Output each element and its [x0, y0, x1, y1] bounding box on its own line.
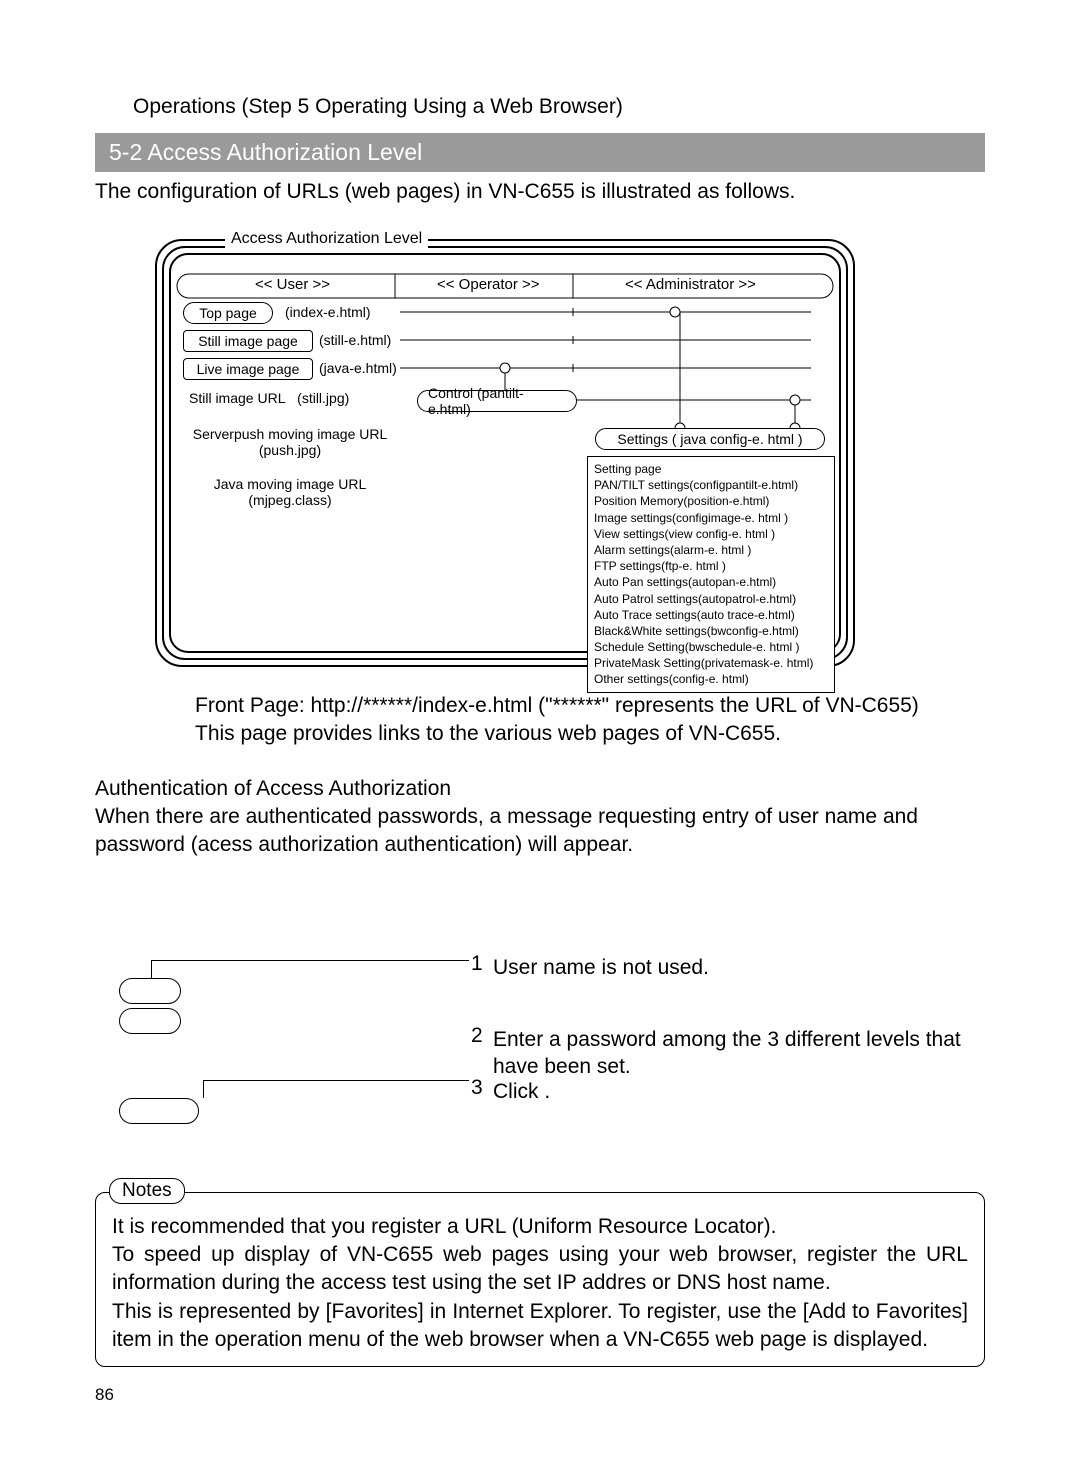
still-page-file: (still-e.html)	[319, 332, 391, 348]
password-field-icon	[119, 1008, 181, 1034]
auth-section: Authentication of Access Authorization W…	[95, 775, 985, 860]
still-page-pill: Still image page	[183, 330, 313, 352]
step-2-text: Enter a password among the 3 different l…	[493, 1026, 993, 1081]
settings-item: Black&White settings(bwconfig-e.html)	[594, 623, 828, 639]
diagram-title: Access Authorization Level	[225, 230, 428, 248]
still-url-file: (still.jpg)	[297, 390, 349, 406]
steps-area: 1 User name is not used. 2 Enter a passw…	[95, 960, 985, 1150]
top-page-pill: Top page	[183, 302, 273, 324]
front-page-l1: Front Page: http://******/index-e.html (…	[195, 692, 985, 720]
settings-item: Auto Pan settings(autopan-e.html)	[594, 574, 828, 590]
live-page-file: (java-e.html)	[319, 360, 397, 376]
step-1-text: User name is not used.	[493, 954, 709, 981]
intro-text: The configuration of URLs (web pages) in…	[95, 180, 985, 204]
live-page-pill: Live image page	[183, 358, 313, 380]
settings-item: Other settings(config-e. html)	[594, 671, 828, 687]
front-page-text: Front Page: http://******/index-e.html (…	[195, 692, 985, 749]
settings-item: View settings(view config-e. html )	[594, 526, 828, 542]
step-3-text: Click .	[493, 1078, 550, 1105]
notes-label: Notes	[109, 1178, 185, 1204]
notes-l1: It is recommended that you register a UR…	[112, 1213, 968, 1241]
settings-item: PrivateMask Setting(privatemask-e. html)	[594, 655, 828, 671]
col-admin: << Administrator >>	[625, 276, 756, 293]
notes-box: It is recommended that you register a UR…	[95, 1192, 985, 1368]
top-page-file: (index-e.html)	[285, 304, 371, 320]
settings-item: FTP settings(ftp-e. html )	[594, 558, 828, 574]
settings-box: Setting page PAN/TILT settings(configpan…	[587, 456, 835, 693]
settings-item: Auto Patrol settings(autopatrol-e.html)	[594, 591, 828, 607]
username-field-icon	[119, 978, 181, 1004]
settings-item: Schedule Setting(bwschedule-e. html )	[594, 639, 828, 655]
step-1-num: 1	[471, 952, 483, 976]
col-operator: << Operator >>	[437, 276, 540, 293]
settings-item: Position Memory(position-e.html)	[594, 493, 828, 509]
java-l2: (mjpeg.class)	[185, 492, 395, 508]
notes-l2: To speed up display of VN-C655 web pages…	[112, 1241, 968, 1298]
notes-l3: This is represented by [Favorites] in In…	[112, 1298, 968, 1355]
java-label: Java moving image URL (mjpeg.class)	[185, 476, 395, 508]
auth-body: When there are authenticated passwords, …	[95, 803, 985, 860]
still-url-text: Still image URL	[189, 390, 285, 406]
auth-heading: Authentication of Access Authorization	[95, 775, 985, 803]
settings-item: Auto Trace settings(auto trace-e.html)	[594, 607, 828, 623]
page-number: 86	[95, 1385, 985, 1405]
still-url-label: Still image URL (still.jpg)	[189, 390, 349, 406]
control-pill: Control (pantilt-e.html)	[417, 390, 577, 412]
step-2-num: 2	[471, 1024, 483, 1048]
java-l1: Java moving image URL	[185, 476, 395, 492]
settings-item: Alarm settings(alarm-e. html )	[594, 542, 828, 558]
settings-item: Image settings(configimage-e. html )	[594, 510, 828, 526]
step-3-num: 3	[471, 1076, 483, 1100]
ok-button-icon	[119, 1098, 199, 1124]
serverpush-label: Serverpush moving image URL (push.jpg)	[185, 426, 395, 458]
access-level-diagram: Access Authorization Level << User >> <<…	[155, 228, 855, 668]
settings-header: Setting page	[594, 461, 828, 477]
section-heading: 5-2 Access Authorization Level	[95, 133, 985, 172]
page: Operations (Step 5 Operating Using a Web…	[0, 0, 1080, 1405]
breadcrumb: Operations (Step 5 Operating Using a Web…	[133, 95, 985, 119]
notes-section: Notes It is recommended that you registe…	[95, 1192, 985, 1368]
settings-pill: Settings ( java config-e. html )	[595, 428, 825, 450]
col-user: << User >>	[255, 276, 330, 293]
settings-item: PAN/TILT settings(configpantilt-e.html)	[594, 477, 828, 493]
serverpush-l2: (push.jpg)	[185, 442, 395, 458]
front-page-l2: This page provides links to the various …	[195, 720, 985, 748]
serverpush-l1: Serverpush moving image URL	[185, 426, 395, 442]
